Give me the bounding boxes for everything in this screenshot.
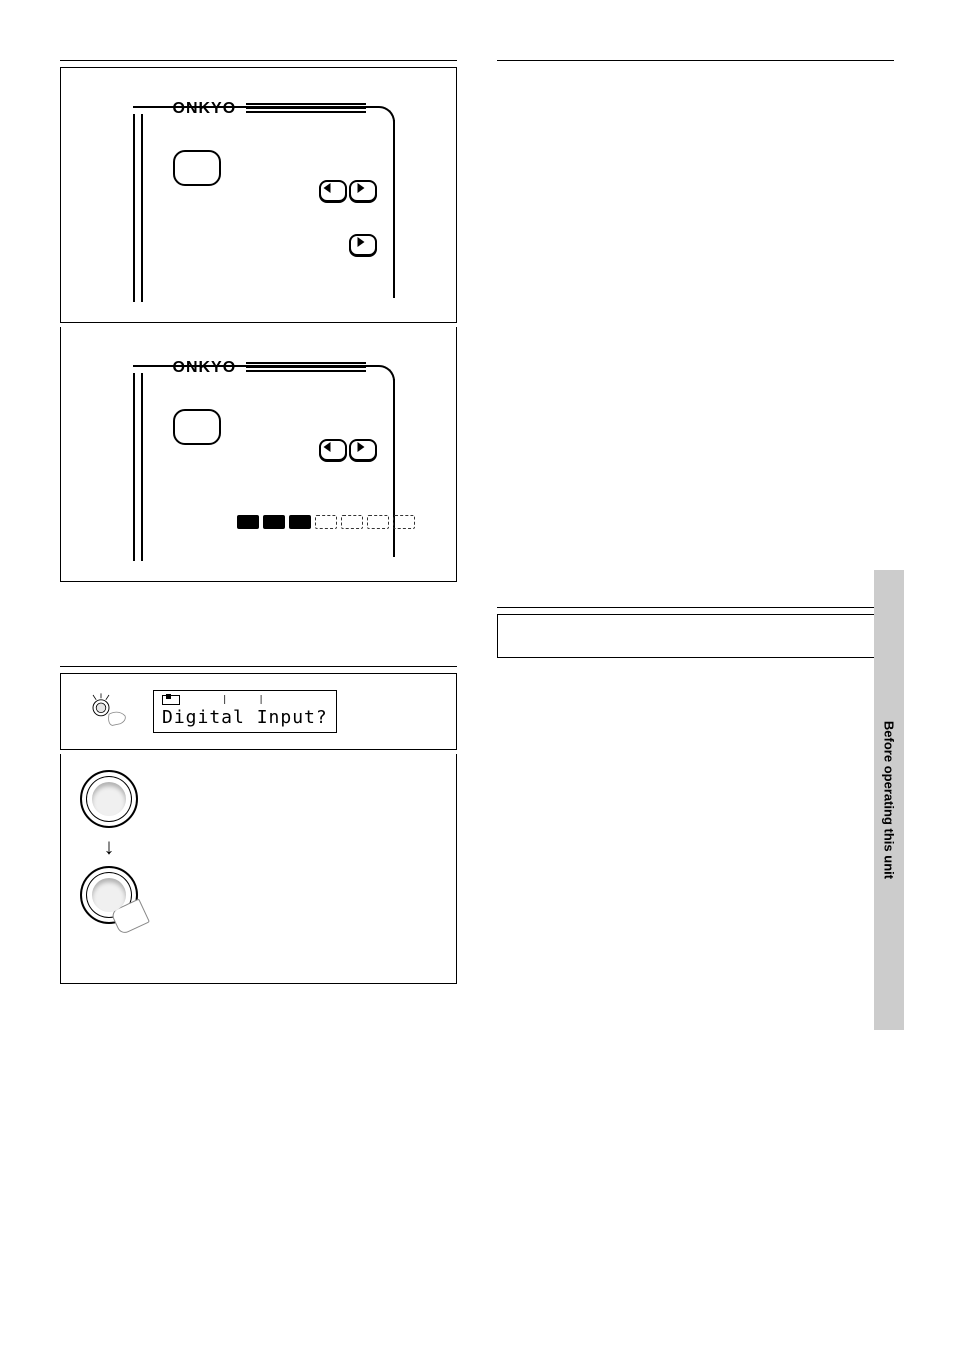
number-key-row (237, 515, 415, 529)
preset-level-button (349, 234, 377, 256)
remote-upper: ONKYO (119, 88, 399, 298)
figure-remote-upper: ONKYO (60, 67, 457, 323)
control-dial-press-icon (80, 866, 138, 924)
down-arrow-icon: ↓ (104, 836, 115, 858)
skip-chsel-button-pair (319, 180, 377, 202)
brand-label: ONKYO (173, 100, 366, 118)
step-6-panel: || Digital Input? (60, 673, 457, 750)
right-inline-panel (497, 614, 894, 658)
control-dial-icon (80, 770, 138, 828)
sidebar-tab-label: Before operating this unit (882, 721, 897, 879)
brand-label-2: ONKYO (173, 359, 366, 377)
remote-lower: ONKYO (119, 347, 399, 557)
press-icon (85, 690, 133, 732)
round-button (173, 150, 221, 186)
step-7-panel: ↓ (60, 754, 457, 984)
skip-chsel-button-pair-2 (319, 439, 377, 461)
figure-remote-lower: ONKYO (60, 327, 457, 582)
sidebar-tab: Before operating this unit (874, 570, 904, 1030)
lcd-display: || Digital Input? (153, 690, 337, 733)
round-button-2 (173, 409, 221, 445)
lcd-text: Digital Input? (162, 707, 328, 728)
